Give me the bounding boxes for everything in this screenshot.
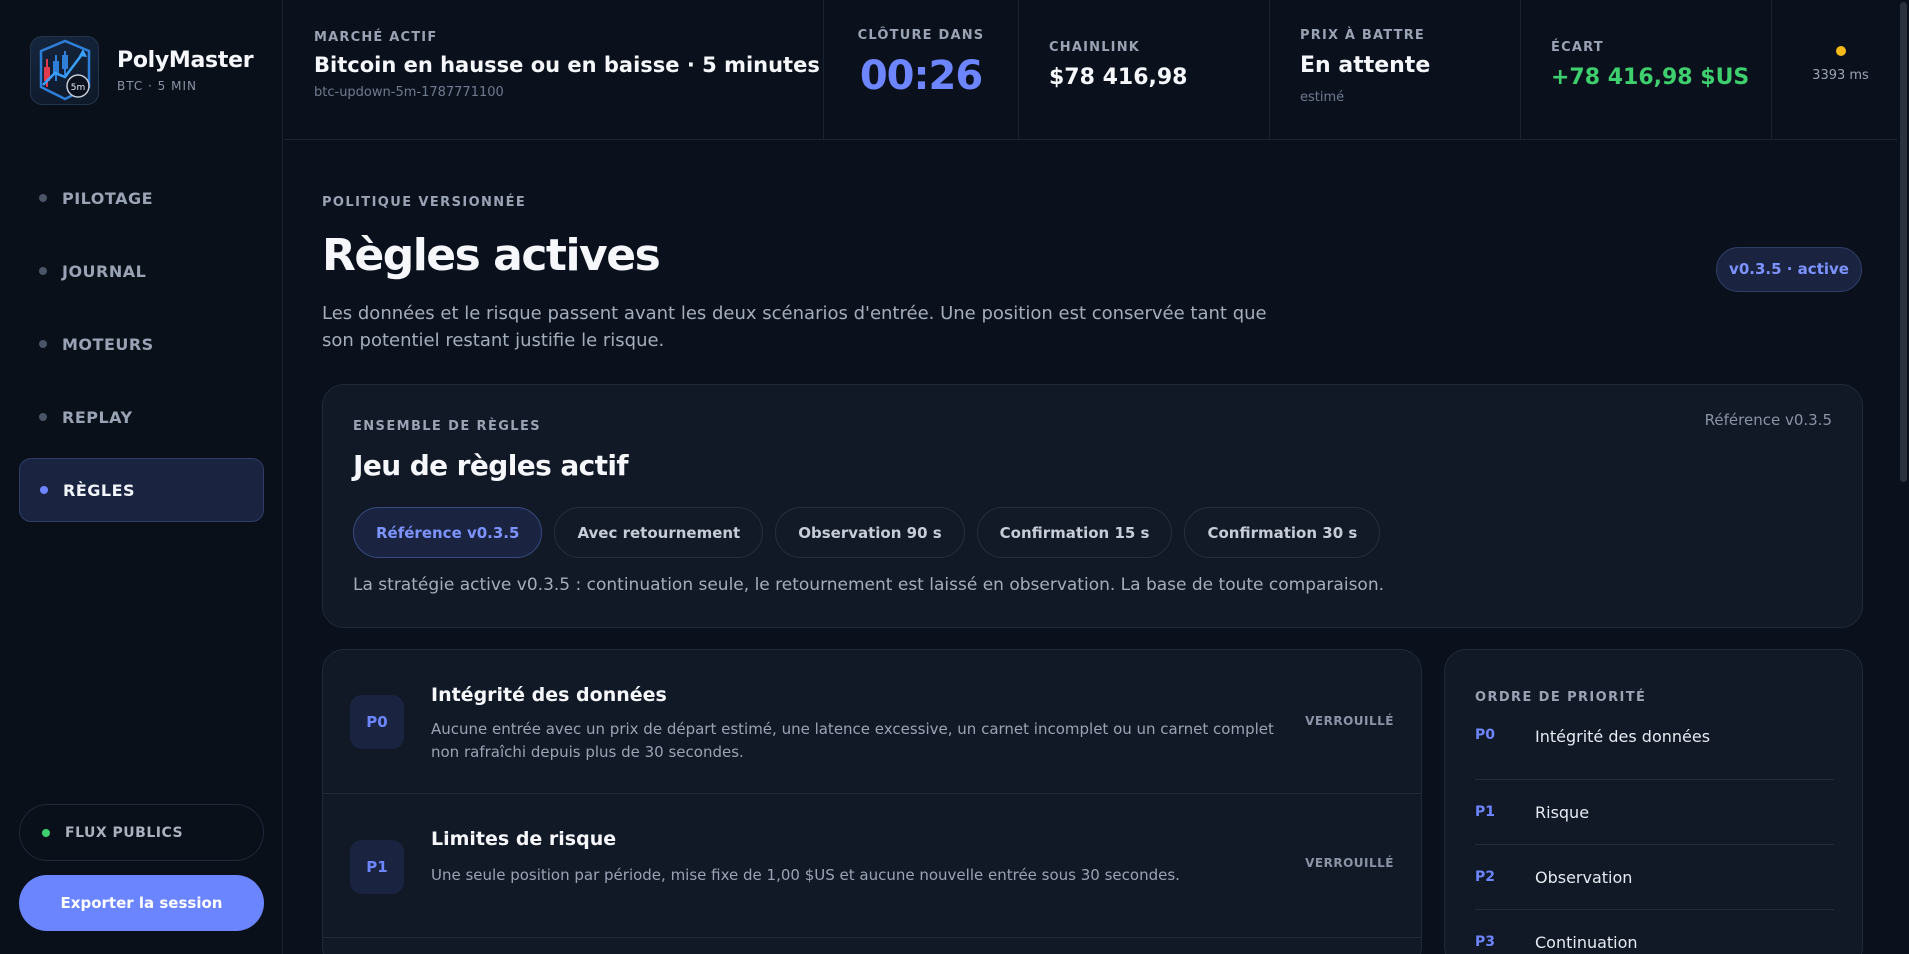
rule-title: Limites de risque (431, 828, 617, 850)
nav-dot-icon (39, 194, 47, 202)
active-market-title: Bitcoin en hausse ou en baisse · 5 minut… (314, 53, 820, 77)
active-market-label: MARCHÉ ACTIF (314, 30, 438, 45)
chainlink-value: $78 416,98 (1049, 65, 1188, 90)
brand-text: PolyMaster BTC · 5 MIN (117, 48, 254, 93)
nav-dot-icon (40, 486, 48, 494)
page-eyebrow: POLITIQUE VERSIONNÉE (322, 195, 527, 210)
sidebar-item-label: RÈGLES (63, 480, 136, 500)
brand[interactable]: 5m PolyMaster BTC · 5 MIN (30, 36, 254, 105)
latency-indicator: 3393 ms (1772, 0, 1909, 139)
rule-status: VERROUILLÉ (1305, 856, 1394, 870)
sidebar-item-moteurs[interactable]: MOTEURS (19, 312, 264, 376)
logo-badge-text: 5m (71, 83, 86, 93)
scrollbar-thumb[interactable] (1900, 2, 1907, 482)
sidebar-item-pilotage[interactable]: PILOTAGE (19, 166, 264, 230)
sidebar: 5m PolyMaster BTC · 5 MIN PILOTAGE JOURN… (0, 0, 283, 954)
priority-item: P3 Continuation (1475, 910, 1834, 954)
priority-label: Observation (1535, 867, 1633, 887)
priority-code: P1 (1475, 804, 1496, 820)
priority-list: P0 Intégrité des données P1 Risque P2 Ob… (1475, 725, 1834, 954)
rule-code-badge: P1 (350, 840, 404, 894)
priority-item: P2 Observation (1475, 845, 1834, 910)
nav-dot-icon (39, 413, 47, 421)
priority-code: P3 (1475, 934, 1496, 950)
priority-label: Risque (1535, 802, 1590, 822)
page-title: Règles actives (322, 230, 661, 281)
priority-order-card: ORDRE DE PRIORITÉ P0 Intégrité des donné… (1444, 649, 1863, 954)
chip-reference[interactable]: Référence v0.3.5 (353, 507, 543, 558)
ruleset-eyebrow: ENSEMBLE DE RÈGLES (353, 419, 542, 434)
rule-description: Une seule position par période, mise fix… (431, 866, 1180, 884)
rule-description: Aucune entrée avec un prix de départ est… (431, 720, 1274, 761)
priority-label: Intégrité des données (1535, 727, 1711, 746)
sidebar-item-replay[interactable]: REPLAY (19, 385, 264, 449)
rule-title: Intégrité des données (431, 684, 667, 706)
sidebar-item-label: MOTEURS (62, 334, 154, 354)
priority-code: P2 (1475, 869, 1496, 885)
public-feeds-label: FLUX PUBLICS (65, 824, 184, 841)
sidebar-nav: PILOTAGE JOURNAL MOTEURS REPLAY RÈGLES (19, 166, 264, 531)
closing-label: CLÔTURE DANS (857, 28, 985, 43)
sidebar-item-label: REPLAY (62, 407, 133, 427)
public-feeds-status[interactable]: FLUX PUBLICS (19, 804, 264, 861)
chainlink-price: CHAINLINK $78 416,98 (1019, 0, 1270, 139)
closing-countdown: CLÔTURE DANS 00:26 (824, 0, 1019, 139)
chip-confirmation-30s[interactable]: Confirmation 30 s (1184, 507, 1381, 558)
gap-label: ÉCART (1551, 40, 1604, 55)
sidebar-item-label: PILOTAGE (62, 188, 154, 208)
status-dot-icon (42, 828, 50, 837)
gap-value: +78 416,98 $US (1551, 65, 1750, 90)
chip-confirmation-15s[interactable]: Confirmation 15 s (976, 507, 1173, 558)
chainlink-label: CHAINLINK (1049, 40, 1141, 55)
sidebar-item-journal[interactable]: JOURNAL (19, 239, 264, 303)
market-header: MARCHÉ ACTIF Bitcoin en hausse ou en bai… (284, 0, 1909, 140)
latency-status-icon (1835, 46, 1846, 56)
active-market: MARCHÉ ACTIF Bitcoin en hausse ou en bai… (284, 0, 824, 139)
priority-item: P1 Risque (1475, 780, 1834, 845)
rule-code-badge: P0 (350, 695, 404, 749)
nav-dot-icon (39, 340, 47, 348)
nav-dot-icon (39, 267, 47, 275)
rule-status: VERROUILLÉ (1305, 714, 1394, 728)
priority-item: P0 Intégrité des données (1475, 725, 1834, 780)
sidebar-item-label: JOURNAL (62, 261, 147, 281)
closing-timer: 00:26 (859, 53, 983, 99)
chip-observation-90s[interactable]: Observation 90 s (775, 507, 965, 558)
version-badge: v0.3.5 · active (1716, 247, 1862, 292)
ruleset-chips: Référence v0.3.5 Avec retournement Obser… (353, 507, 1392, 558)
latency-value: 3393 ms (1812, 68, 1869, 83)
brand-subtitle: BTC · 5 MIN (117, 79, 197, 93)
export-session-button[interactable]: Exporter la session (19, 875, 264, 931)
page-description: Les données et le risque passent avant l… (322, 303, 1267, 351)
rule-row: P0 Intégrité des données Aucune entrée a… (323, 650, 1421, 794)
priority-label: Continuation (1535, 932, 1638, 952)
priority-code: P0 (1475, 727, 1496, 743)
target-sub: estimé (1300, 90, 1345, 105)
price-gap: ÉCART +78 416,98 $US (1521, 0, 1772, 139)
page-scrollbar[interactable] (1897, 0, 1909, 954)
ruleset-title: Jeu de règles actif (353, 449, 629, 482)
rules-list: P0 Intégrité des données Aucune entrée a… (322, 649, 1422, 954)
target-value: En attente (1300, 53, 1431, 78)
target-label: PRIX À BATTRE (1300, 28, 1425, 43)
rule-row: P1 Limites de risque Une seule position … (323, 794, 1421, 938)
ruleset-card: ENSEMBLE DE RÈGLES Référence v0.3.5 Jeu … (322, 384, 1863, 628)
target-price: PRIX À BATTRE En attente estimé (1270, 0, 1521, 139)
priority-eyebrow: ORDRE DE PRIORITÉ (1475, 690, 1647, 705)
active-market-slug: btc-updown-5m-1787771100 (314, 85, 504, 100)
brand-name: PolyMaster (117, 48, 254, 73)
candlestick-chart-icon: 5m (30, 36, 99, 105)
chip-retournement[interactable]: Avec retournement (554, 507, 764, 558)
rules-page: POLITIQUE VERSIONNÉE Règles actives Les … (284, 140, 1897, 954)
sidebar-item-regles[interactable]: RÈGLES (19, 458, 264, 522)
ruleset-reference: Référence v0.3.5 (1704, 411, 1832, 429)
ruleset-description: La stratégie active v0.3.5 : continuatio… (353, 575, 1384, 595)
